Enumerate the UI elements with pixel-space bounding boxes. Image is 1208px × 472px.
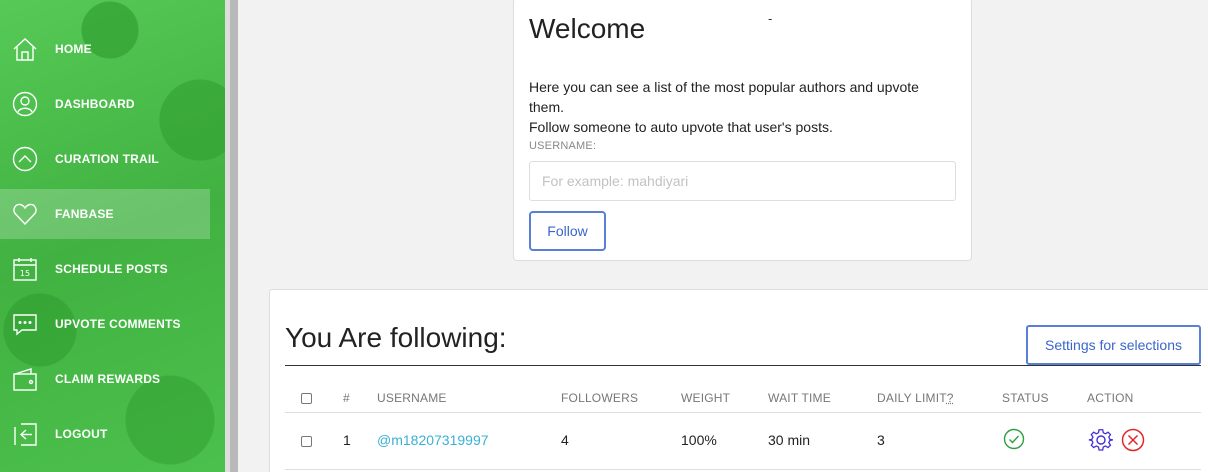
following-title: You Are following: — [285, 322, 507, 353]
daily-limit-label: DAILY LIMIT — [877, 391, 947, 405]
sidebar-item-fanbase[interactable]: FANBASE — [0, 189, 210, 239]
sidebar-item-label: UPVOTE COMMENTS — [55, 317, 181, 331]
sidebar: HOME DASHBOARD CURATION TRAIL FANBASE 15… — [0, 0, 225, 472]
username-input[interactable] — [529, 161, 956, 201]
delete-icon[interactable] — [1121, 428, 1145, 452]
sidebar-item-label: SCHEDULE POSTS — [55, 262, 168, 276]
sidebar-item-dashboard[interactable]: DASHBOARD — [0, 79, 210, 129]
row-wait-time: 30 min — [768, 432, 811, 448]
heart-icon — [12, 201, 38, 227]
settings-for-selections-button[interactable]: Settings for selections — [1026, 325, 1201, 365]
welcome-card: Welcome - Here you can see a list of the… — [513, 0, 972, 261]
sidebar-item-curation-trail[interactable]: CURATION TRAIL — [0, 134, 210, 184]
sidebar-item-label: LOGOUT — [55, 427, 108, 441]
sidebar-item-label: DASHBOARD — [55, 97, 135, 111]
select-all-checkbox[interactable] — [301, 393, 312, 404]
column-header-weight[interactable]: WEIGHT — [681, 391, 730, 405]
row-weight: 100% — [681, 432, 717, 448]
logout-icon — [12, 421, 38, 447]
column-header-wait-time[interactable]: WAIT TIME — [768, 391, 831, 405]
column-header-daily-limit[interactable]: DAILY LIMIT? — [877, 391, 954, 405]
wallet-icon — [12, 366, 38, 392]
column-header-followers[interactable]: FOLLOWERS — [561, 391, 638, 405]
header-divider — [285, 412, 1201, 413]
row-checkbox[interactable] — [301, 436, 312, 447]
welcome-title: Welcome — [529, 13, 646, 44]
row-followers: 4 — [561, 432, 569, 448]
sidebar-item-logout[interactable]: LOGOUT — [0, 409, 210, 459]
sidebar-item-label: HOME — [55, 42, 92, 56]
sidebar-item-claim-rewards[interactable]: CLAIM REWARDS — [0, 354, 210, 404]
comment-icon — [12, 311, 38, 337]
gear-icon[interactable] — [1088, 427, 1114, 453]
following-card: You Are following: Settings for selectio… — [269, 289, 1208, 472]
column-header-index: # — [343, 391, 350, 405]
welcome-description-line: Here you can see a list of the most popu… — [529, 79, 919, 115]
column-header-action: ACTION — [1087, 391, 1134, 405]
follow-button[interactable]: Follow — [529, 211, 606, 251]
username-label: USERNAME: — [529, 140, 597, 152]
sidebar-item-home[interactable]: HOME — [0, 24, 210, 74]
title-divider — [285, 365, 1201, 366]
sidebar-item-label: FANBASE — [55, 207, 114, 221]
sidebar-item-upvote-comments[interactable]: UPVOTE COMMENTS — [0, 299, 210, 349]
calendar-icon: 15 — [12, 256, 38, 282]
svg-text:15: 15 — [20, 269, 30, 278]
row-index: 1 — [343, 432, 351, 448]
welcome-dash: - — [768, 11, 773, 26]
sidebar-scrollbar[interactable] — [230, 0, 238, 472]
welcome-description-line: Follow someone to auto upvote that user'… — [529, 119, 833, 135]
sidebar-item-schedule-posts[interactable]: 15 SCHEDULE POSTS — [0, 244, 210, 294]
column-header-username[interactable]: USERNAME — [377, 391, 447, 405]
row-divider — [285, 469, 1201, 470]
row-username-link[interactable]: @m18207319997 — [377, 432, 489, 448]
welcome-description: Here you can see a list of the most popu… — [529, 77, 949, 137]
daily-limit-help[interactable]: ? — [947, 391, 954, 405]
row-daily-limit: 3 — [877, 432, 885, 448]
column-header-status: STATUS — [1002, 391, 1049, 405]
sidebar-item-label: CLAIM REWARDS — [55, 372, 161, 386]
user-icon — [12, 91, 38, 117]
sidebar-item-label: CURATION TRAIL — [55, 152, 159, 166]
status-check-icon — [1003, 428, 1025, 450]
home-icon — [12, 36, 38, 62]
chevron-up-circle-icon — [12, 146, 38, 172]
